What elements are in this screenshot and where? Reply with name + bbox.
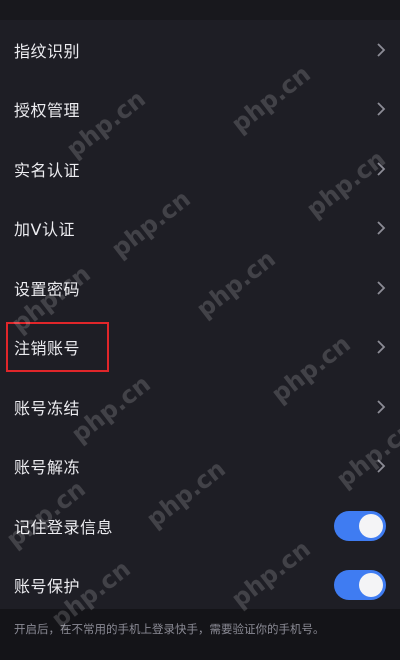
setting-label: 账号保护 <box>14 577 81 597</box>
highlight-annotation-box <box>6 322 109 372</box>
setting-verified-v[interactable]: 加V认证 <box>0 198 400 258</box>
chevron-right-icon <box>376 280 386 296</box>
settings-screen: 指纹识别 授权管理 实名认证 加V认证 设置密码 注销账号 账号冻结 账号解冻 … <box>0 0 400 660</box>
setting-label: 账号解冻 <box>14 458 81 478</box>
setting-label: 实名认证 <box>14 160 81 180</box>
toggle-knob <box>359 513 383 538</box>
setting-label: 记住登录信息 <box>14 517 114 537</box>
setting-remember-login: 记住登录信息 <box>0 496 400 556</box>
chevron-right-icon <box>376 161 386 177</box>
top-strip <box>0 0 400 20</box>
footer-note: 开启后，在不常用的手机上登录快手，需要验证你的手机号。 <box>0 609 400 660</box>
setting-authorization[interactable]: 授权管理 <box>0 79 400 139</box>
chevron-right-icon <box>376 458 386 474</box>
setting-label: 账号冻结 <box>14 398 81 418</box>
settings-list: 指纹识别 授权管理 实名认证 加V认证 设置密码 注销账号 账号冻结 账号解冻 … <box>0 20 400 615</box>
setting-label: 授权管理 <box>14 101 81 121</box>
account-protection-toggle[interactable] <box>334 570 386 601</box>
setting-unfreeze-account[interactable]: 账号解冻 <box>0 436 400 496</box>
chevron-right-icon <box>376 101 386 117</box>
chevron-right-icon <box>376 42 386 58</box>
setting-label: 加V认证 <box>14 220 75 240</box>
remember-login-toggle[interactable] <box>334 510 386 541</box>
chevron-right-icon <box>376 339 386 355</box>
toggle-knob <box>359 573 383 598</box>
setting-freeze-account[interactable]: 账号冻结 <box>0 377 400 437</box>
setting-label: 设置密码 <box>14 279 81 299</box>
setting-label: 指纹识别 <box>14 41 81 61</box>
chevron-right-icon <box>376 399 386 415</box>
chevron-right-icon <box>376 220 386 236</box>
setting-fingerprint[interactable]: 指纹识别 <box>0 20 400 80</box>
setting-account-protection: 账号保护 <box>0 555 400 615</box>
setting-real-name[interactable]: 实名认证 <box>0 139 400 199</box>
setting-set-password[interactable]: 设置密码 <box>0 258 400 318</box>
